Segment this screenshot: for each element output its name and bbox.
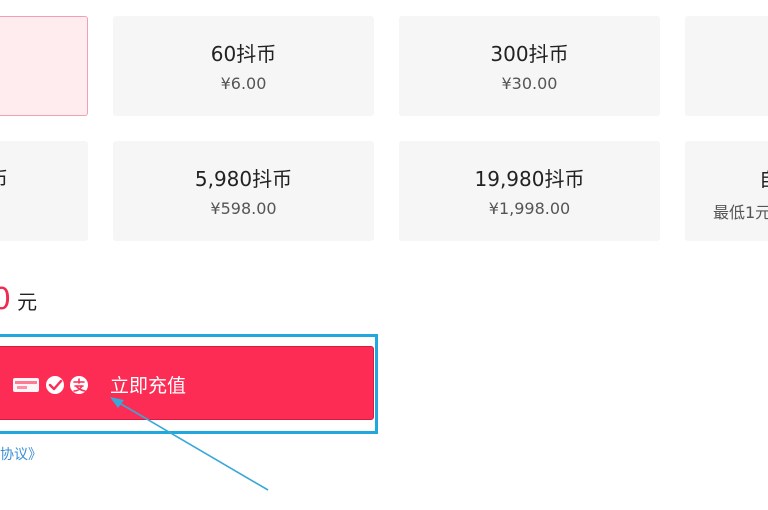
recharge-option-coins: 自: [759, 163, 768, 192]
recharge-option-5980[interactable]: 5,980抖币 ¥598.00: [113, 141, 374, 241]
recharge-option-coins: 300抖币: [490, 42, 569, 66]
recharge-option-60[interactable]: 60抖币 ¥6.00: [113, 16, 374, 116]
alipay-icon: [70, 376, 88, 394]
recharge-option-price: ¥598.00: [210, 199, 277, 218]
recharge-option-coins: 5,980抖币: [194, 167, 293, 191]
recharge-option-custom[interactable]: 自 最低1元: [685, 141, 768, 241]
wechat-pay-icon: [46, 376, 64, 394]
recharge-option-price: ¥1,998.00: [488, 199, 571, 218]
total-amount-row: 0元: [0, 282, 37, 317]
total-unit: 元: [17, 290, 38, 314]
unionpay-icon: [13, 378, 39, 392]
recharge-now-button[interactable]: 立即充值: [0, 346, 374, 420]
total-amount: 0: [0, 282, 12, 317]
recharge-option-price: ¥30.00: [501, 74, 558, 93]
recharge-option-price: ¥6.00: [220, 74, 267, 93]
recharge-option-partial-right[interactable]: [685, 16, 768, 116]
recharge-option-19980[interactable]: 19,980抖币 ¥1,998.00: [399, 141, 660, 241]
recharge-option-coins: 60抖币: [210, 42, 277, 66]
recharge-option-selected[interactable]: [0, 16, 88, 116]
agreement-link[interactable]: 协议》: [0, 444, 42, 464]
recharge-option-coins: 19,980抖币: [474, 167, 585, 191]
payment-method-icons: [13, 376, 88, 394]
recharge-now-label: 立即充值: [110, 375, 187, 397]
recharge-option-partial-left[interactable]: 币: [0, 141, 88, 241]
recharge-option-300[interactable]: 300抖币 ¥30.00: [399, 16, 660, 116]
recharge-option-coins: 币: [0, 163, 8, 192]
recharge-option-price: 最低1元: [713, 203, 768, 222]
